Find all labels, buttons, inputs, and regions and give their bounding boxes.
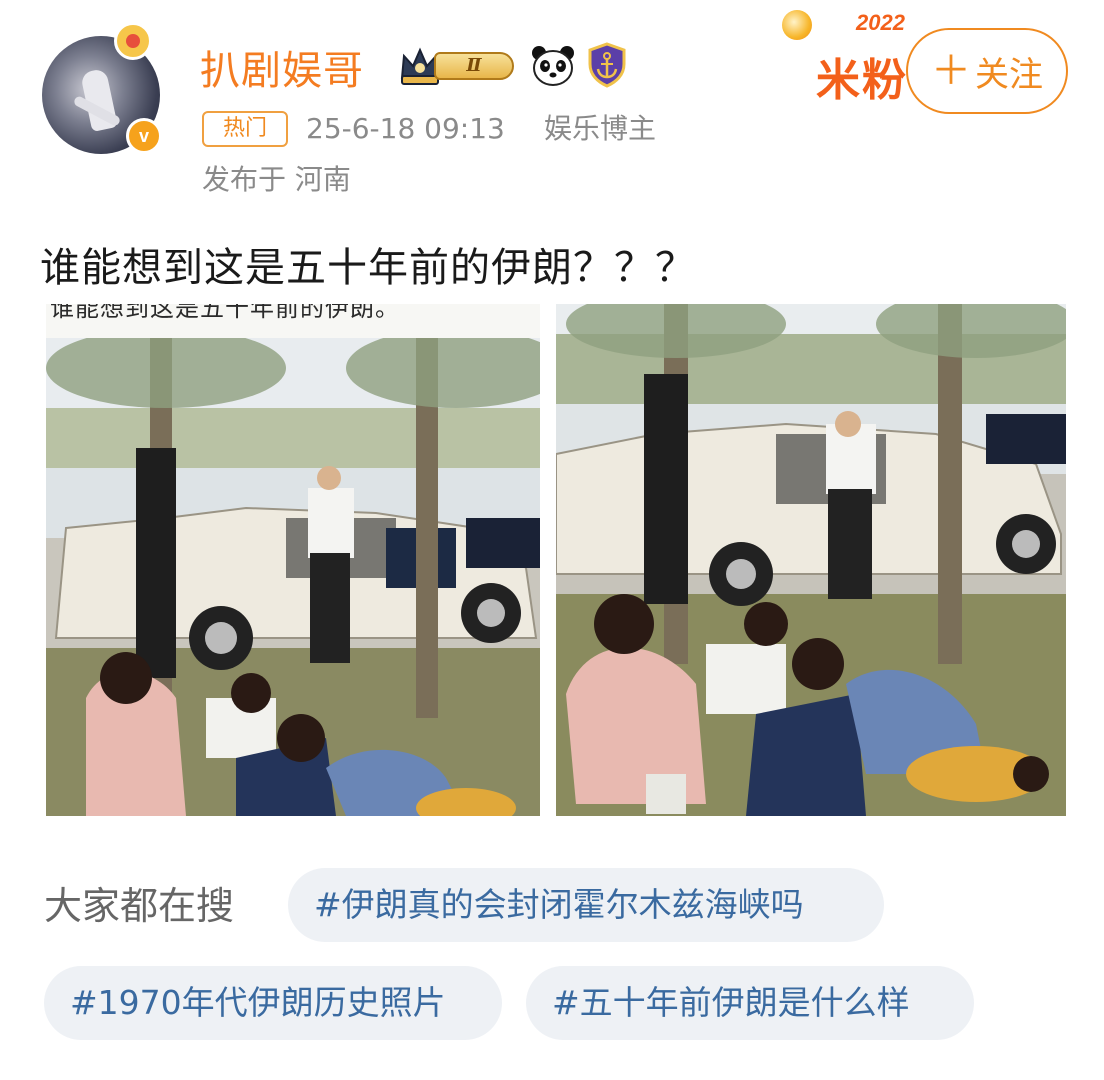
post-location: 发布于 河南 bbox=[202, 163, 351, 196]
fan-badge-name: 米粉 bbox=[816, 55, 908, 106]
user-role: 娱乐博主 bbox=[544, 112, 657, 145]
hot-tag: 热门 bbox=[202, 111, 288, 147]
post-timestamp: 25-6-18 09:13 bbox=[306, 112, 505, 145]
photo-scene bbox=[46, 338, 540, 816]
follow-button[interactable]: ＋ 关注 bbox=[906, 28, 1068, 114]
photo-scene bbox=[556, 304, 1066, 816]
image-caption-overlay: 谁能想到这是五十年前的伊朗。 bbox=[46, 304, 540, 338]
follow-button-label: 关注 bbox=[975, 54, 1043, 95]
post-text: 谁能想到这是五十年前的伊朗？？？ bbox=[40, 245, 696, 291]
panda-icon[interactable] bbox=[530, 44, 576, 86]
level-badge-label: Ⅱ bbox=[434, 52, 514, 80]
hot-search-chip[interactable]: #1970年代伊朗历史照片 bbox=[44, 966, 502, 1040]
shield-anchor-icon[interactable] bbox=[586, 42, 628, 88]
hot-search-label: 大家都在搜 bbox=[44, 884, 235, 928]
avatar-decoration-icon bbox=[114, 22, 152, 60]
fan-badge-orb-icon bbox=[782, 10, 812, 40]
fan-badge-year: 2022 bbox=[856, 10, 905, 35]
plus-icon: ＋ bbox=[931, 48, 971, 94]
member-level-badge[interactable]: Ⅱ bbox=[398, 44, 516, 86]
verified-icon: v bbox=[126, 118, 162, 154]
hot-search-chip[interactable]: #五十年前伊朗是什么样 bbox=[526, 966, 974, 1040]
post-image-2[interactable] bbox=[556, 304, 1066, 816]
hot-search-chip[interactable]: #伊朗真的会封闭霍尔木兹海峡吗 bbox=[288, 868, 884, 942]
username[interactable]: 扒剧娱哥 bbox=[200, 38, 364, 96]
post-image-1[interactable]: 谁能想到这是五十年前的伊朗。 bbox=[46, 304, 540, 816]
